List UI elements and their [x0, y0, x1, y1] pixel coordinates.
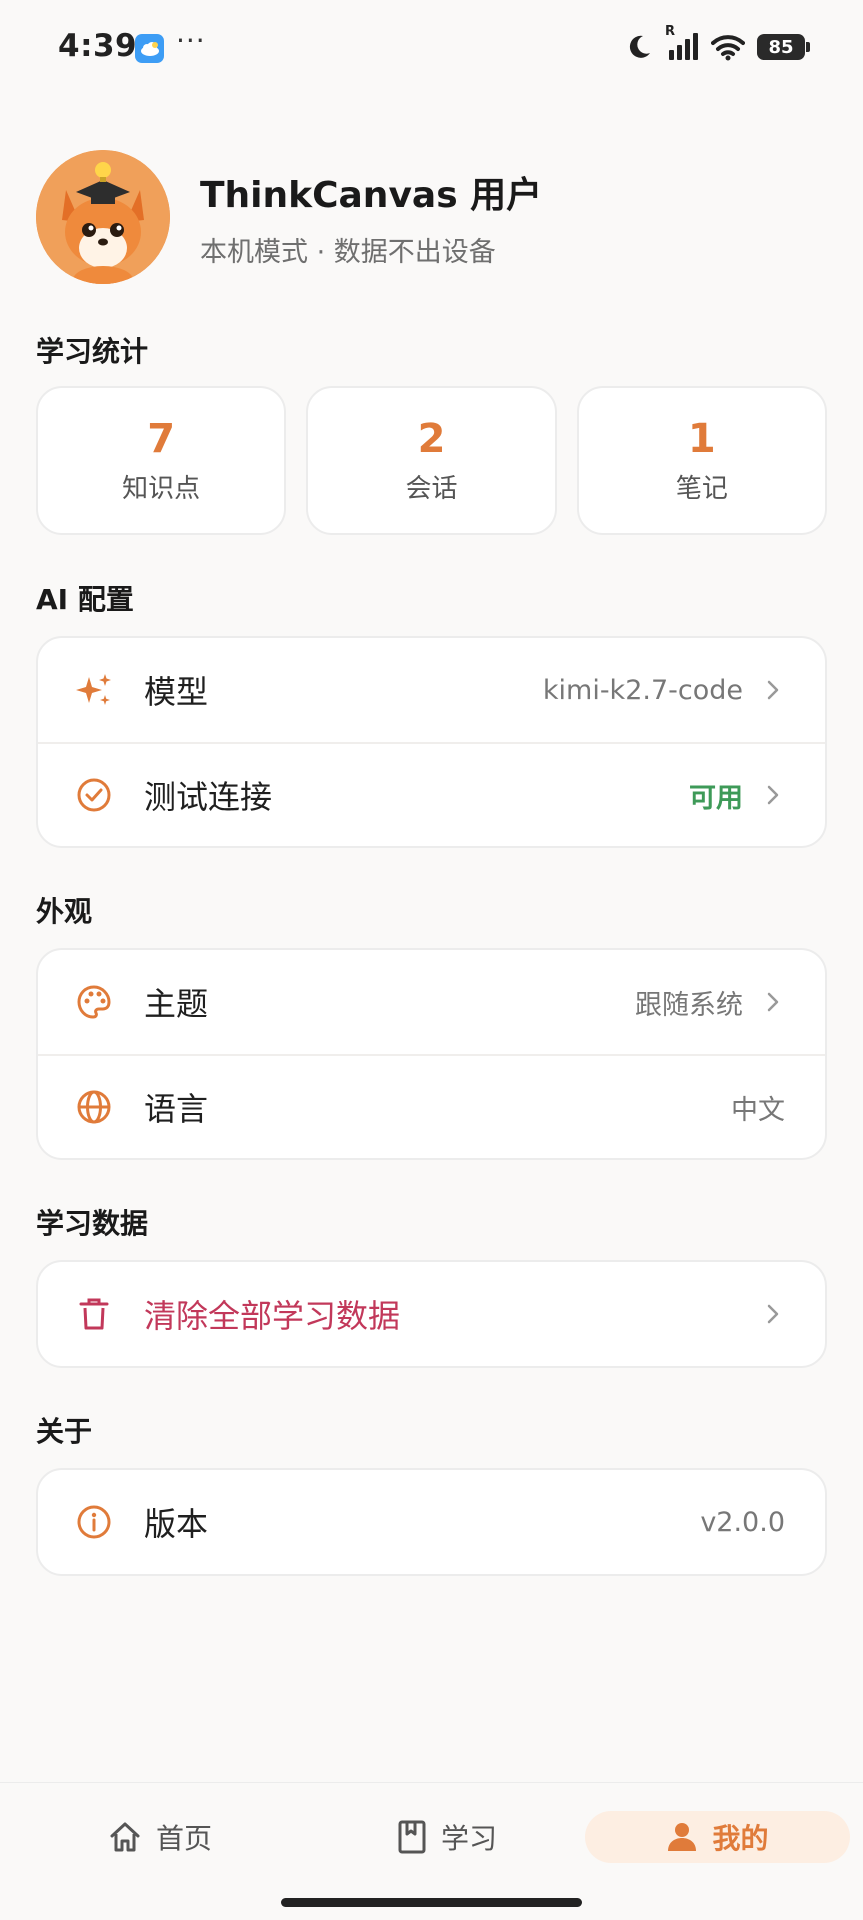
home-icon: [110, 1822, 140, 1852]
weather-cloud-icon: [135, 34, 164, 63]
language-label: 语言: [144, 1090, 209, 1128]
stats-row: 7 知识点 2 会话 1 笔记: [36, 386, 827, 535]
globe-icon: [74, 1087, 114, 1127]
chevron-right-icon: [761, 783, 785, 807]
stat-value: 2: [417, 416, 446, 462]
profile-subtitle: 本机模式 · 数据不出设备: [200, 236, 496, 268]
stat-value: 7: [147, 416, 176, 462]
trash-icon: [74, 1294, 114, 1334]
model-label: 模型: [144, 673, 209, 711]
theme-label: 主题: [144, 985, 209, 1023]
version-value: v2.0.0: [700, 1506, 785, 1538]
section-title-about: 关于: [36, 1415, 93, 1448]
settings-screen: 4:39 ··· R 85 ThinkCanvas 用户 本机模式 · 数据不出…: [0, 0, 863, 1920]
test-connection-status: 可用: [689, 782, 743, 814]
clear-data-label: 清除全部学习数据: [144, 1297, 401, 1335]
nav-tab-home[interactable]: 首页: [70, 1811, 250, 1863]
profile-name: ThinkCanvas 用户: [200, 174, 543, 216]
section-title-data: 学习数据: [36, 1207, 149, 1240]
status-more-dots: ···: [176, 24, 206, 57]
check-circle-icon: [74, 775, 114, 815]
clear-data-row[interactable]: 清除全部学习数据: [38, 1262, 825, 1366]
theme-row[interactable]: 主题 跟随系统: [38, 950, 825, 1054]
language-value: 中文: [731, 1094, 785, 1126]
stat-label: 会话: [405, 474, 458, 504]
battery-indicator: 85: [757, 34, 810, 60]
chevron-right-icon: [761, 1302, 785, 1326]
wifi-icon: [711, 35, 745, 61]
version-row[interactable]: 版本 v2.0.0: [38, 1470, 825, 1574]
profile-text: ThinkCanvas 用户 本机模式 · 数据不出设备: [200, 166, 542, 269]
model-row[interactable]: 模型 kimi-k2.7-code: [38, 638, 825, 742]
book-icon: [398, 1820, 426, 1854]
about-card: 版本 v2.0.0: [36, 1468, 827, 1576]
model-value: kimi-k2.7-code: [542, 674, 743, 706]
theme-value: 跟随系统: [635, 989, 743, 1021]
status-indicators: R 85: [625, 24, 810, 62]
test-connection-label: 测试连接: [144, 778, 273, 816]
signal-label: R: [665, 24, 676, 39]
learning-data-card: 清除全部学习数据: [36, 1260, 827, 1368]
stat-label: 笔记: [675, 474, 728, 504]
appearance-card: 主题 跟随系统 语言 中文: [36, 948, 827, 1160]
sparkles-icon: [74, 670, 114, 710]
profile-header[interactable]: ThinkCanvas 用户 本机模式 · 数据不出设备: [36, 150, 542, 284]
info-icon: [74, 1502, 114, 1542]
chevron-right-icon: [761, 678, 785, 702]
status-time: 4:39: [58, 28, 138, 64]
stat-card-notes[interactable]: 1 笔记: [576, 386, 827, 535]
ai-config-card: 模型 kimi-k2.7-code 测试连接 可用: [36, 636, 827, 848]
user-icon: [668, 1823, 697, 1851]
nav-tab-mine[interactable]: 我的: [585, 1811, 850, 1863]
language-row[interactable]: 语言 中文: [38, 1054, 825, 1158]
palette-icon: [74, 982, 114, 1022]
nav-tab-home-label: 首页: [155, 1822, 212, 1855]
status-bar: 4:39 ··· R 85: [0, 0, 863, 96]
stat-label: 知识点: [122, 474, 201, 504]
test-connection-row[interactable]: 测试连接 可用: [38, 742, 825, 846]
stat-card-sessions[interactable]: 2 会话: [306, 386, 557, 535]
version-label: 版本: [144, 1505, 209, 1543]
nav-tab-mine-label: 我的: [712, 1822, 769, 1855]
section-title-appearance: 外观: [36, 895, 93, 928]
signal-icon: R: [665, 24, 699, 62]
home-indicator[interactable]: [281, 1898, 582, 1907]
moon-icon: [629, 35, 650, 58]
section-title-ai: AI 配置: [36, 583, 134, 616]
stat-card-knowledge[interactable]: 7 知识点: [36, 386, 287, 535]
nav-tab-study[interactable]: 学习: [357, 1811, 537, 1863]
stat-value: 1: [687, 416, 716, 462]
section-title-stats: 学习统计: [36, 335, 149, 368]
chevron-right-icon: [761, 990, 785, 1014]
avatar[interactable]: [36, 150, 170, 284]
nav-tab-study-label: 学习: [440, 1822, 497, 1855]
